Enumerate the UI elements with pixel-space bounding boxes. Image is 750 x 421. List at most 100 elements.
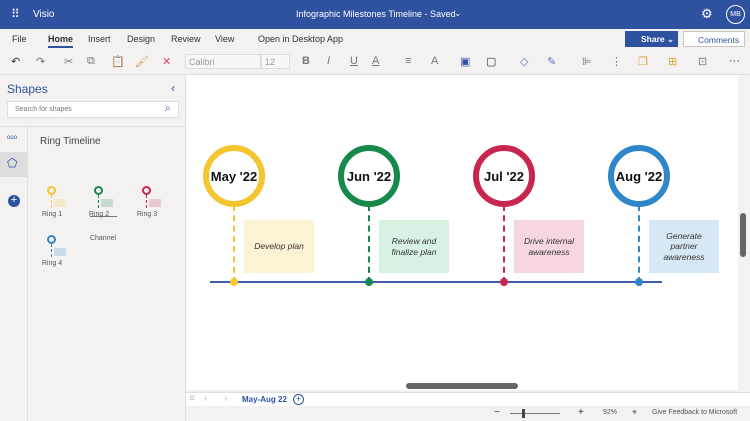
page-tabs-bar: ≡ ‹ › May-Aug 22 + <box>186 392 750 406</box>
tab-insert[interactable]: Insert <box>88 34 111 44</box>
chevron-down-icon[interactable]: ⌄ <box>454 8 462 19</box>
horizontal-scrollbar[interactable] <box>406 383 518 389</box>
align-icon[interactable]: ≡ <box>405 55 411 67</box>
font-grow-icon[interactable]: A <box>431 55 438 67</box>
font-family-select[interactable]: Calibri <box>185 54 261 69</box>
undo-icon[interactable]: ↶ <box>11 55 20 68</box>
milestone-task-text: Review and finalize plan <box>391 235 437 257</box>
gear-icon[interactable]: ⚙ <box>701 6 713 22</box>
ring-box <box>101 199 113 207</box>
milestone-task[interactable]: Develop plan <box>244 220 314 273</box>
tab-design[interactable]: Design <box>127 34 155 44</box>
underline-button[interactable]: U <box>350 55 358 67</box>
line-style-icon[interactable]: ▢ <box>486 55 496 68</box>
shape-label[interactable]: Channel <box>83 235 123 242</box>
feedback-link[interactable]: Give Feedback to Microsoft <box>652 409 737 416</box>
ring-stem <box>146 195 147 208</box>
copy-icon[interactable]: ⧉ <box>87 55 95 68</box>
next-page-icon[interactable]: › <box>224 393 227 404</box>
page-tab[interactable]: May-Aug 22 <box>242 395 287 404</box>
milestone-ring[interactable]: Aug '22 <box>608 145 670 207</box>
cut-icon[interactable]: ✂ <box>64 55 73 68</box>
stencil-icon[interactable]: ᵒᵒᵒ <box>7 133 17 143</box>
ring-box <box>54 248 66 256</box>
italic-button[interactable]: I <box>327 55 330 67</box>
ring-shape-icon[interactable] <box>47 235 56 244</box>
prev-page-icon[interactable]: ‹ <box>204 393 207 404</box>
collapse-panel-icon[interactable]: ‹ <box>171 81 175 95</box>
redo-icon[interactable]: ↷ <box>36 55 45 68</box>
size-icon[interactable]: ⊡ <box>698 55 707 68</box>
basic-shapes-tab[interactable]: ⬠ <box>0 152 27 177</box>
paste-icon[interactable]: 📋 <box>111 55 125 68</box>
search-icon[interactable]: ⌕ <box>165 103 171 114</box>
ribbon-toolbar: ↶ ↷ ✂ ⧉ 📋 🖌 ✕ Calibri 12 B I U A ≡ A ▣ ▢… <box>0 49 750 75</box>
milestone-connector <box>503 205 505 283</box>
avatar[interactable]: MB <box>726 5 745 24</box>
ring-shape-icon[interactable] <box>94 186 103 195</box>
fill-icon[interactable]: ◇ <box>520 55 528 68</box>
milestone-ring[interactable]: May '22 <box>203 145 265 207</box>
font-size-select[interactable]: 12 <box>261 54 290 69</box>
milestone-label: May '22 <box>210 168 258 184</box>
tab-file[interactable]: File <box>12 34 27 44</box>
open-desktop-app[interactable]: Open in Desktop App <box>258 34 343 44</box>
milestone-label: Jun '22 <box>346 168 392 184</box>
ring-box <box>54 199 66 207</box>
shape-label[interactable]: Ring 3 <box>127 211 167 218</box>
pages-menu-icon[interactable]: ≡ <box>189 393 195 404</box>
add-stencil-icon[interactable]: + <box>8 195 20 207</box>
search-shapes-input[interactable]: Search for shapes ⌕ <box>7 101 179 118</box>
tab-review[interactable]: Review <box>171 34 201 44</box>
milestone-ring[interactable]: Jul '22 <box>473 145 535 207</box>
shape-label[interactable]: Ring 4 <box>32 260 72 267</box>
milestone-dot[interactable] <box>230 278 238 286</box>
app-launcher-icon[interactable]: ⠿ <box>11 7 20 21</box>
delete-icon[interactable]: ✕ <box>162 55 171 68</box>
add-page-button[interactable]: + <box>293 394 304 405</box>
shapes-icon: ⬠ <box>7 156 18 170</box>
zoom-slider[interactable] <box>510 409 560 418</box>
format-painter-icon[interactable]: 🖌 <box>135 55 149 68</box>
arrange-icon[interactable]: ❐ <box>638 55 648 68</box>
milestone-dot[interactable] <box>635 278 643 286</box>
ring-shape-icon[interactable] <box>47 186 56 195</box>
zoom-level[interactable]: 92% <box>603 409 617 416</box>
more-options-button[interactable]: ··· <box>729 55 740 67</box>
milestone-task[interactable]: Drive internal awareness <box>514 220 584 273</box>
zoom-out-button[interactable]: − <box>494 407 500 418</box>
vertical-scrollbar[interactable] <box>740 213 746 257</box>
ring-shape-icon[interactable] <box>142 186 151 195</box>
milestone-dot[interactable] <box>500 278 508 286</box>
channel-shape-icon[interactable] <box>90 216 117 217</box>
status-bar: − + 92% ⌖ Give Feedback to Microsoft <box>186 406 750 421</box>
connector-icon[interactable]: ⋮ <box>611 55 622 68</box>
zoom-slider-thumb[interactable] <box>521 409 525 418</box>
milestone-dot[interactable] <box>365 278 373 286</box>
zoom-in-button[interactable]: + <box>578 407 584 418</box>
milestone-ring[interactable]: Jun '22 <box>338 145 400 207</box>
font-color-button[interactable]: A <box>372 55 379 67</box>
tab-view[interactable]: View <box>215 34 234 44</box>
share-button[interactable]: Share ⌄ <box>625 31 678 47</box>
fit-page-icon[interactable]: ⌖ <box>632 407 637 418</box>
text-box-icon[interactable]: ▣ <box>460 55 470 68</box>
timeline-channel[interactable] <box>210 281 662 283</box>
shapes-panel: Shapes ‹ Search for shapes ⌕ ᵒᵒᵒ ⬠ + Rin… <box>0 75 186 421</box>
ribbon-tabs: File Home Insert Design Review View Open… <box>0 29 750 49</box>
shape-label[interactable]: Ring 1 <box>32 211 72 218</box>
drawing-canvas[interactable]: May '22 Develop plan Jun '22 Review and fin… <box>186 75 738 390</box>
tab-home[interactable]: Home <box>48 34 74 48</box>
app-name[interactable]: Visio <box>33 9 55 20</box>
milestone-task-text: Develop plan <box>254 241 304 252</box>
bold-button[interactable]: B <box>302 55 310 67</box>
milestone-connector <box>638 205 640 283</box>
comments-button[interactable]: Comments <box>683 31 745 47</box>
position-icon[interactable]: ⊫ <box>582 55 592 68</box>
document-title[interactable]: Infographic Milestones Timeline - Saved <box>296 9 456 19</box>
group-icon[interactable]: ⊞ <box>668 55 677 68</box>
title-bar: ⠿ Visio Infographic Milestones Timeline … <box>0 0 750 29</box>
milestone-task[interactable]: Review and finalize plan <box>379 220 449 273</box>
milestone-task[interactable]: Generate partner awareness <box>649 220 719 273</box>
line-color-icon[interactable]: ✎ <box>547 55 556 68</box>
